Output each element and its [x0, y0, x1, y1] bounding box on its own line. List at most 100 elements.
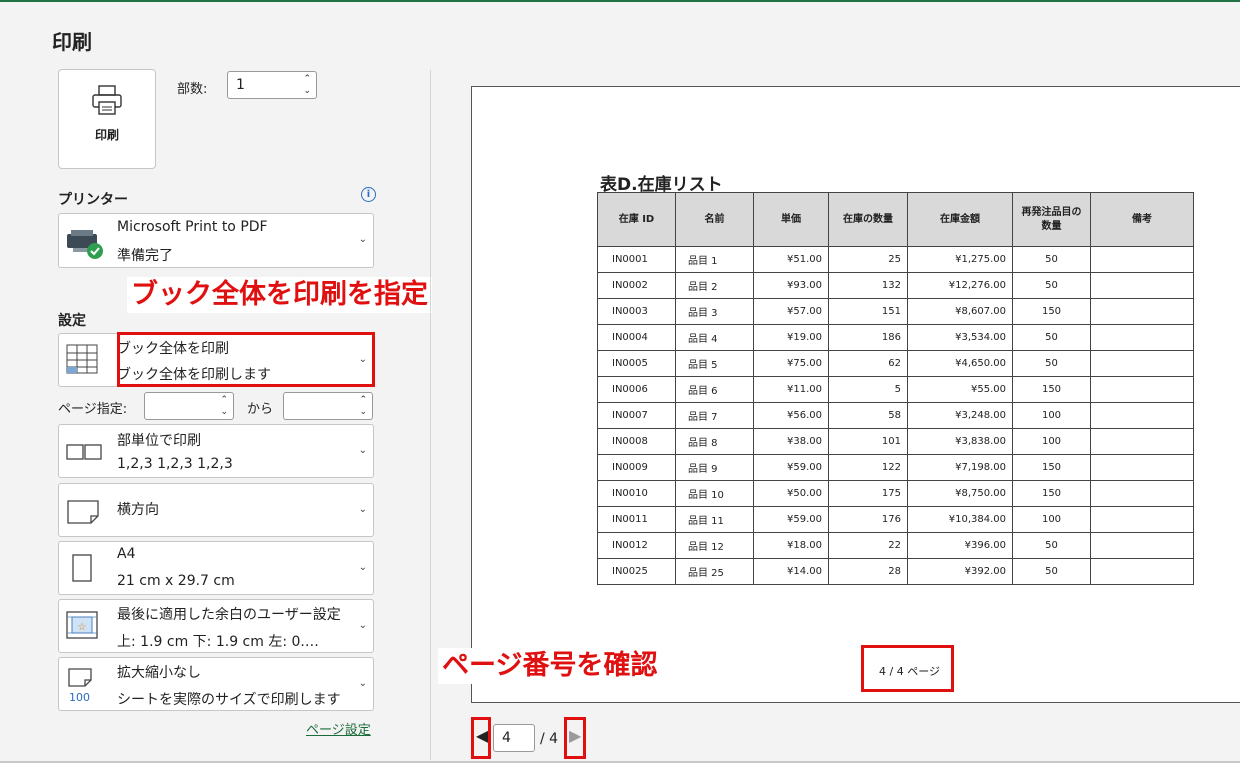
pages-to-stepper[interactable]: ⌃ ⌄ — [359, 394, 367, 418]
table-row: IN0025 品目 25 ¥14.00 28 ¥392.00 50 — [597, 558, 1194, 585]
table-cell: ¥75.00 — [753, 350, 829, 377]
table-cell: 176 — [828, 506, 908, 533]
annotation-box-next — [564, 717, 586, 759]
table-cell: ¥3,248.00 — [907, 402, 1013, 429]
annotation-book-label: ブック全体を印刷を指定 — [127, 277, 432, 313]
copies-label: 部数: — [177, 82, 208, 97]
table-cell — [1090, 324, 1194, 351]
print-button[interactable]: 印刷 — [58, 69, 156, 169]
table-cell: 品目 6 — [675, 376, 754, 403]
current-page-input[interactable]: 4 — [493, 724, 535, 752]
scaling-title: 拡大縮小なし — [117, 665, 201, 681]
collate-title: 部単位で印刷 — [117, 433, 201, 449]
chevron-down-icon: ⌄ — [358, 234, 367, 245]
collate-desc: 1,2,3 1,2,3 1,2,3 — [117, 456, 233, 472]
table-cell — [1090, 532, 1194, 559]
orientation-value: 横方向 — [117, 502, 159, 518]
table-cell: ¥59.00 — [753, 506, 829, 533]
table-cell: ¥4,650.00 — [907, 350, 1013, 377]
chevron-down-icon: ⌄ — [358, 620, 367, 631]
print-button-label: 印刷 — [94, 128, 119, 142]
copies-input[interactable]: 1 ⌃ ⌄ — [227, 71, 317, 99]
settings-section-label: 設定 — [58, 313, 86, 329]
table-cell: 50 — [1012, 324, 1091, 351]
table-cell: 100 — [1012, 402, 1091, 429]
table-cell: ¥10,384.00 — [907, 506, 1013, 533]
table-cell: IN0006 — [597, 376, 676, 403]
collate-icon — [66, 444, 102, 460]
table-cell: 品目 5 — [675, 350, 754, 377]
table-cell: 132 — [828, 272, 908, 299]
table-cell: 150 — [1012, 454, 1091, 481]
table-cell: IN0005 — [597, 350, 676, 377]
collate-dropdown[interactable]: 部単位で印刷 1,2,3 1,2,3 1,2,3 ⌄ — [58, 424, 374, 478]
pages-to-label: から — [247, 402, 274, 417]
table-cell: 品目 11 — [675, 506, 754, 533]
info-icon[interactable]: i — [361, 187, 376, 202]
table-header: 在庫 ID — [597, 192, 676, 247]
pages-from-stepper[interactable]: ⌃ ⌄ — [220, 394, 228, 418]
table-cell: 150 — [1012, 298, 1091, 325]
table-cell: 58 — [828, 402, 908, 429]
svg-text:100: 100 — [69, 691, 90, 704]
printer-status: 準備完了 — [117, 248, 173, 264]
table-cell: 122 — [828, 454, 908, 481]
panel-divider — [430, 70, 431, 760]
table-cell: ¥18.00 — [753, 532, 829, 559]
svg-text:☆: ☆ — [78, 622, 87, 633]
table-cell — [1090, 506, 1194, 533]
table-cell: 151 — [828, 298, 908, 325]
table-cell: 品目 9 — [675, 454, 754, 481]
table-cell — [1090, 272, 1194, 299]
table-cell: ¥57.00 — [753, 298, 829, 325]
table-row: IN0005 品目 5 ¥75.00 62 ¥4,650.00 50 — [597, 350, 1194, 377]
table-row: IN0007 品目 7 ¥56.00 58 ¥3,248.00 100 — [597, 402, 1194, 429]
printer-device-icon — [67, 230, 103, 259]
table-cell: IN0010 — [597, 480, 676, 507]
table-header: 再発注品目の数量 — [1012, 192, 1091, 247]
scaling-icon: 100 — [68, 668, 92, 704]
table-cell: ¥12,276.00 — [907, 272, 1013, 299]
window-top-accent — [0, 0, 1240, 2]
table-cell — [1090, 376, 1194, 403]
table-cell — [1090, 480, 1194, 507]
page-total: / 4 — [540, 731, 559, 747]
scaling-desc: シートを実際のサイズで印刷します — [117, 692, 341, 708]
table-cell — [1090, 558, 1194, 585]
table-row: IN0009 品目 9 ¥59.00 122 ¥7,198.00 150 — [597, 454, 1194, 481]
current-page-value: 4 — [502, 730, 511, 746]
printer-section-label: プリンター — [58, 192, 128, 208]
pages-to-input[interactable]: ⌃ ⌄ — [283, 392, 373, 420]
table-cell: IN0001 — [597, 246, 676, 273]
table-cell: 品目 1 — [675, 246, 754, 273]
table-cell — [1090, 454, 1194, 481]
paper-size-dropdown[interactable]: A4 21 cm x 29.7 cm ⌄ — [58, 541, 374, 595]
table-cell: 22 — [828, 532, 908, 559]
chevron-down-icon: ⌄ — [358, 504, 367, 515]
copies-stepper[interactable]: ⌃ ⌄ — [303, 73, 311, 97]
table-cell: 150 — [1012, 376, 1091, 403]
printer-name: Microsoft Print to PDF — [117, 219, 268, 235]
table-cell: 186 — [828, 324, 908, 351]
scaling-dropdown[interactable]: 100 拡大縮小なし シートを実際のサイズで印刷します ⌄ — [58, 657, 374, 711]
orientation-dropdown[interactable]: 横方向 ⌄ — [58, 483, 374, 537]
annotation-box-page-number — [861, 645, 954, 692]
table-cell — [1090, 298, 1194, 325]
table-cell: ¥3,534.00 — [907, 324, 1013, 351]
table-cell — [1090, 402, 1194, 429]
table-cell: 50 — [1012, 350, 1091, 377]
table-cell: ¥11.00 — [753, 376, 829, 403]
portrait-page-icon — [72, 554, 92, 582]
margins-dropdown[interactable]: ☆ 最後に適用した余白のユーザー設定 上: 1.9 cm 下: 1.9 cm 左… — [58, 599, 374, 653]
table-cell: IN0011 — [597, 506, 676, 533]
table-header: 備考 — [1090, 192, 1194, 247]
table-cell: ¥392.00 — [907, 558, 1013, 585]
printer-dropdown[interactable]: Microsoft Print to PDF 準備完了 ⌄ — [58, 213, 374, 268]
printer-icon — [92, 85, 122, 115]
table-cell: ¥38.00 — [753, 428, 829, 455]
table-cell: ¥59.00 — [753, 454, 829, 481]
page-setup-link[interactable]: ページ設定 — [306, 719, 371, 738]
table-cell: 品目 25 — [675, 558, 754, 585]
table-cell: ¥8,750.00 — [907, 480, 1013, 507]
pages-from-input[interactable]: ⌃ ⌄ — [144, 392, 234, 420]
